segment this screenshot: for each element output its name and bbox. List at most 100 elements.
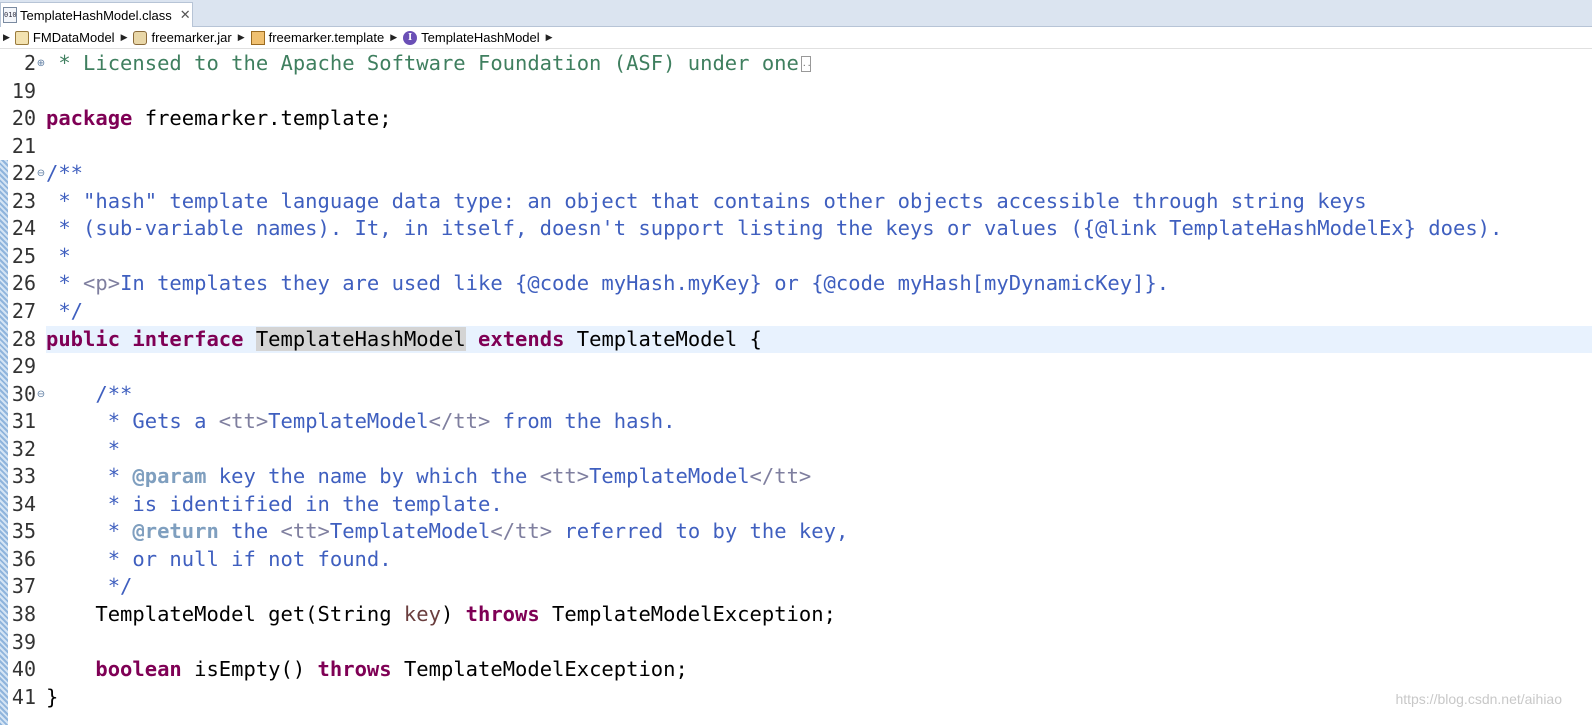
- code-token: @return: [132, 519, 219, 544]
- code-token: /**: [46, 161, 84, 186]
- code-token: interface: [132, 326, 244, 351]
- code-line[interactable]: [46, 133, 1592, 161]
- chevron-right-icon[interactable]: ▶: [546, 32, 553, 43]
- chevron-right-icon[interactable]: ▶: [3, 32, 10, 43]
- chevron-right-icon[interactable]: ▶: [390, 32, 397, 43]
- code-line[interactable]: /**: [46, 160, 1592, 188]
- code-token: <tt>: [539, 464, 590, 489]
- code-line[interactable]: */: [46, 298, 1592, 326]
- code-line[interactable]: * <p>In templates they are used like {@c…: [46, 270, 1592, 298]
- tab-title: TemplateHashModel.class: [20, 7, 172, 23]
- line-number: 30: [11, 381, 36, 406]
- code-token: * (sub-variable names). It, in itself, d…: [46, 216, 1503, 241]
- code-line[interactable]: [46, 629, 1592, 657]
- collapse-fold-icon[interactable]: ⊖: [36, 381, 46, 409]
- code-line[interactable]: [46, 78, 1592, 106]
- breadcrumb-item-interface[interactable]: TemplateHashModel: [421, 30, 540, 45]
- jar-icon: [133, 30, 148, 45]
- code-token: *: [46, 519, 133, 544]
- code-line[interactable]: * is identified in the template.: [46, 491, 1592, 519]
- code-line[interactable]: * "hash" template language data type: an…: [46, 188, 1592, 216]
- code-token: </tt>: [490, 519, 553, 544]
- line-number: 31: [11, 409, 36, 434]
- collapsed-block-marker[interactable]: ..: [800, 56, 812, 72]
- breadcrumb: ▶ FMDataModel ▶ freemarker.jar ▶ freemar…: [0, 27, 1592, 49]
- chevron-right-icon[interactable]: ▶: [238, 32, 245, 43]
- line-number: 27: [11, 298, 36, 323]
- breadcrumb-item-project[interactable]: FMDataModel: [33, 30, 115, 45]
- code-line[interactable]: TemplateModel get(String key) throws Tem…: [46, 601, 1592, 629]
- code-token: */: [46, 298, 84, 323]
- line-number: 37: [11, 574, 36, 599]
- line-number: 24: [11, 216, 36, 241]
- line-number: 21: [11, 133, 36, 158]
- line-number: 23: [11, 188, 36, 213]
- watermark: https://blog.csdn.net/aihiao: [1395, 691, 1562, 707]
- project-icon: [14, 30, 29, 45]
- code-token: from the hash.: [490, 409, 676, 434]
- code-line[interactable]: /**: [46, 381, 1592, 409]
- editor-tab-template-hash-model[interactable]: 010 TemplateHashModel.class ✕: [0, 2, 193, 27]
- code-token: }: [46, 684, 59, 709]
- breadcrumb-item-package[interactable]: freemarker.template: [269, 30, 385, 45]
- line-number: 36: [11, 546, 36, 571]
- line-number: 34: [11, 491, 36, 516]
- code-line[interactable]: * @param key the name by which the <tt>T…: [46, 463, 1592, 491]
- line-number: 35: [11, 519, 36, 544]
- code-token: TemplateModel: [268, 409, 429, 434]
- code-area[interactable]: * Licensed to the Apache Software Founda…: [46, 50, 1592, 725]
- code-line[interactable]: *: [46, 436, 1592, 464]
- package-icon: [250, 30, 265, 45]
- code-line[interactable]: *: [46, 243, 1592, 271]
- code-token: */: [46, 574, 133, 599]
- code-line[interactable]: */: [46, 573, 1592, 601]
- code-token: isEmpty(): [181, 657, 318, 682]
- code-line[interactable]: package freemarker.template;: [46, 105, 1592, 133]
- expand-fold-icon[interactable]: ⊕: [36, 50, 46, 78]
- code-line[interactable]: boolean isEmpty() throws TemplateModelEx…: [46, 656, 1592, 684]
- code-token: TemplateModel {: [564, 326, 762, 351]
- line-number: 32: [11, 436, 36, 461]
- breadcrumb-item-jar[interactable]: freemarker.jar: [151, 30, 231, 45]
- code-line[interactable]: * Licensed to the Apache Software Founda…: [46, 50, 1592, 78]
- code-token: boolean: [95, 657, 182, 682]
- line-number: 26: [11, 271, 36, 296]
- code-token: * Gets a: [46, 409, 219, 434]
- code-token: ): [440, 602, 466, 626]
- code-token: TemplateModelException;: [539, 602, 836, 626]
- class-file-icon: 010: [3, 7, 17, 23]
- code-token: TemplateModel: [589, 464, 750, 489]
- code-editor[interactable]: 2 ⊕ 19 20 21 22 ⊖ 23 24 25 26 27 28 29 30 ⊖ 31 32 33 34 35 36…: [0, 50, 1592, 725]
- close-icon[interactable]: ✕: [180, 8, 191, 23]
- code-token: throws: [465, 602, 540, 626]
- code-token: * or null if not found.: [46, 546, 392, 571]
- code-token: * is identified in the template.: [46, 491, 503, 516]
- code-token: public: [46, 326, 121, 351]
- line-number: 22: [11, 161, 36, 186]
- code-line-current[interactable]: public interface TemplateHashModel exten…: [46, 325, 1592, 354]
- code-line[interactable]: }: [46, 684, 1592, 712]
- line-number: 29: [11, 354, 36, 379]
- code-token: TemplateModel get(String: [46, 602, 404, 626]
- code-line[interactable]: [46, 353, 1592, 381]
- collapse-fold-icon[interactable]: ⊖: [36, 160, 46, 188]
- code-token: key the name by which the: [206, 464, 540, 489]
- code-token: *: [46, 464, 133, 489]
- code-line[interactable]: * @return the <tt>TemplateModel</tt> ref…: [46, 518, 1592, 546]
- interface-icon: I: [403, 30, 418, 45]
- code-token: </tt>: [428, 409, 491, 434]
- chevron-right-icon[interactable]: ▶: [121, 32, 128, 43]
- code-token: TemplateModelException;: [391, 657, 688, 682]
- code-token: @param: [132, 464, 207, 489]
- code-line[interactable]: * Gets a <tt>TemplateModel</tt> from the…: [46, 408, 1592, 436]
- code-token: referred to by the key,: [552, 519, 849, 544]
- code-token: In templates they are used like {@code m…: [120, 271, 1170, 296]
- code-token: the: [218, 519, 281, 544]
- line-number: 33: [11, 464, 36, 489]
- code-line[interactable]: * (sub-variable names). It, in itself, d…: [46, 215, 1592, 243]
- code-token: <tt>: [280, 519, 330, 544]
- code-line[interactable]: * or null if not found.: [46, 546, 1592, 574]
- code-token: <p>: [83, 271, 121, 296]
- code-token: </tt>: [749, 464, 812, 489]
